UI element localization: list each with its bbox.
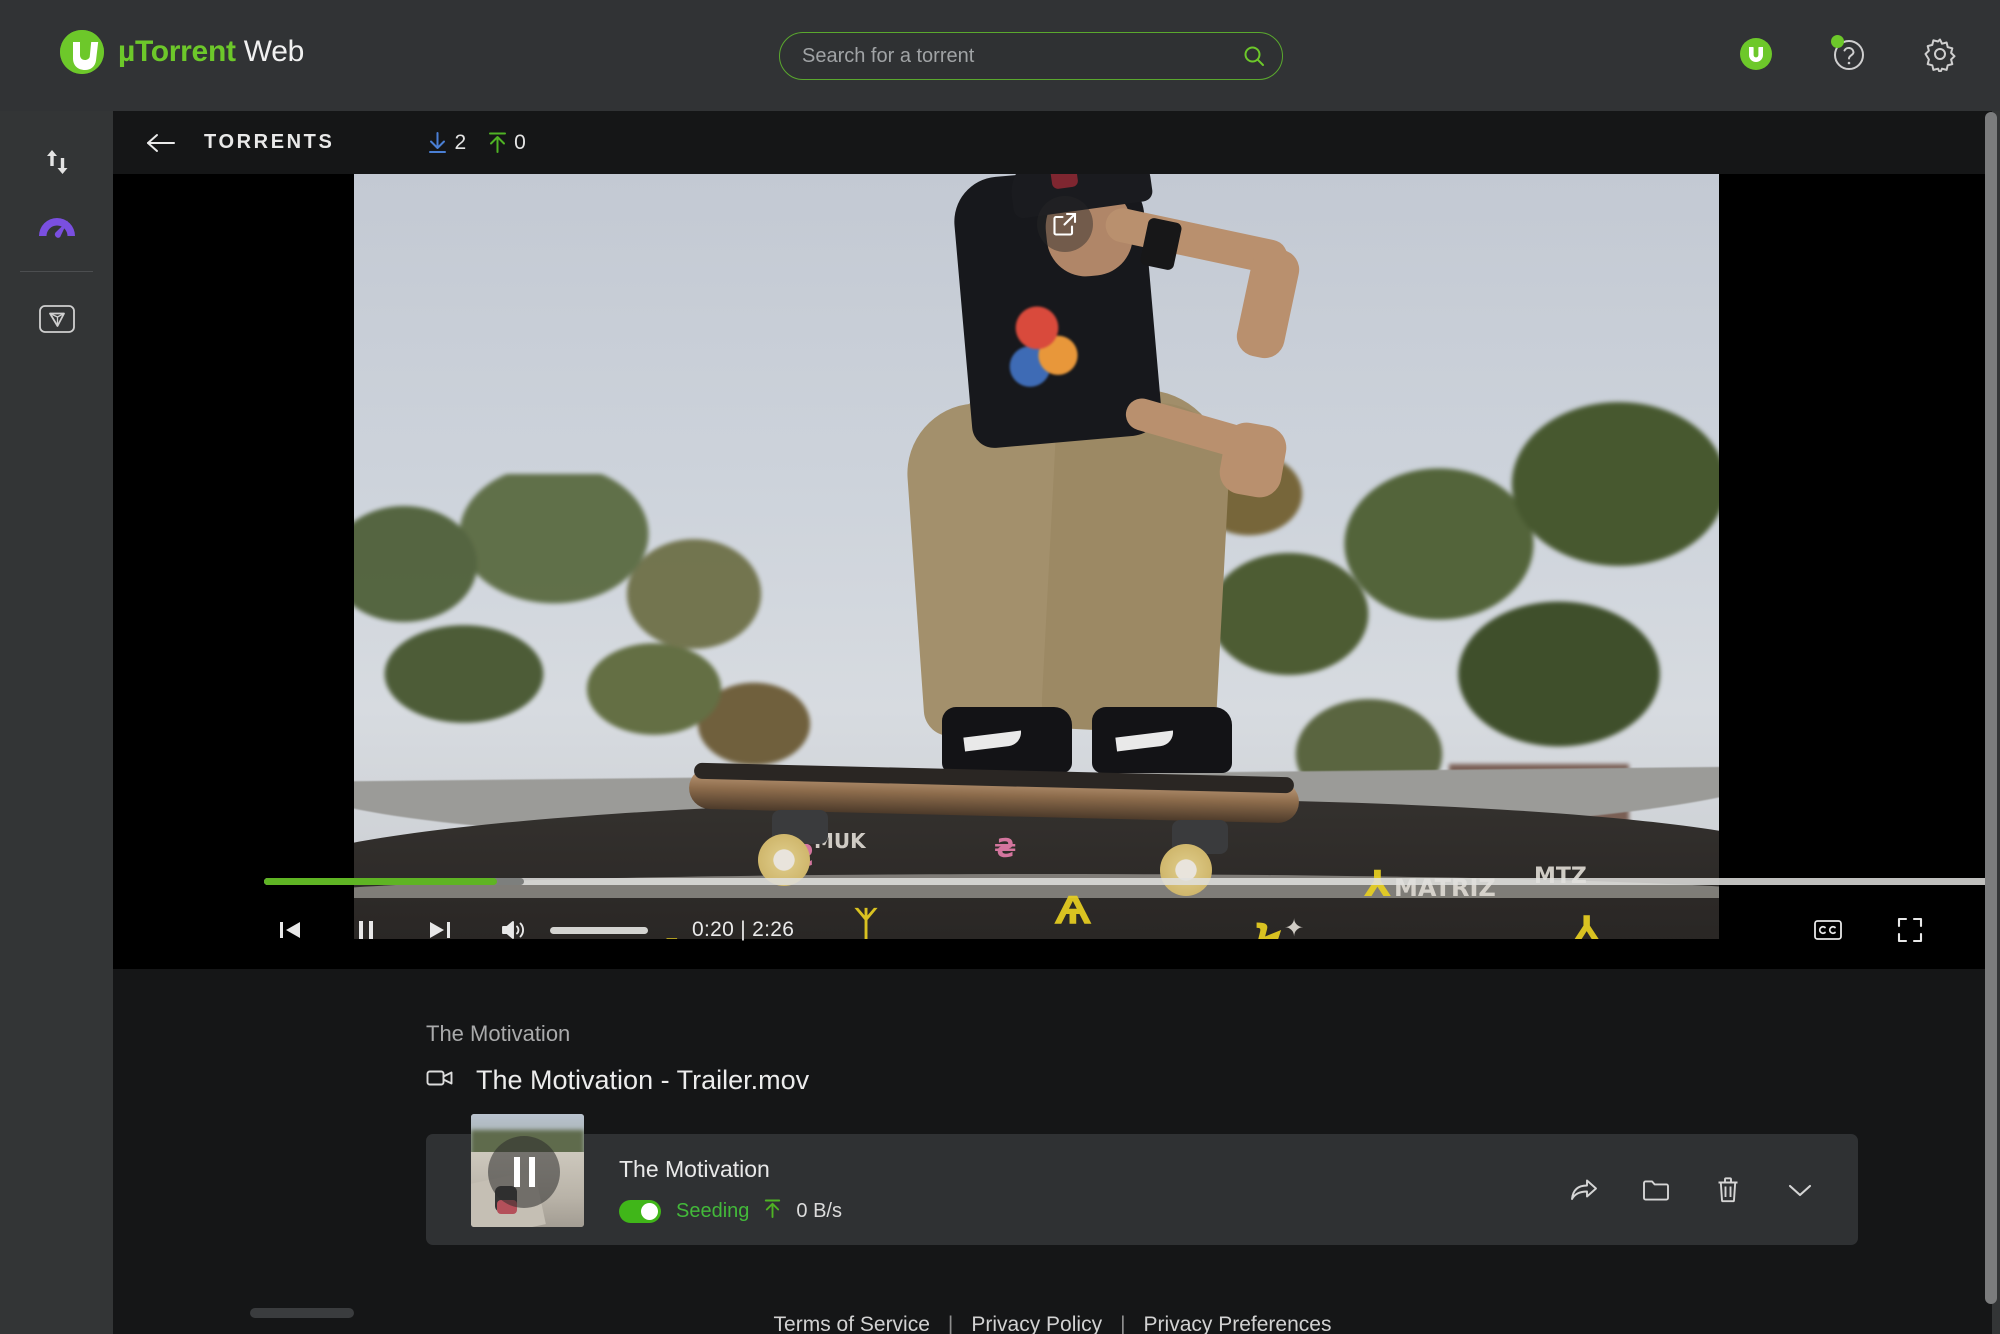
upload-count-value: 0 — [514, 131, 526, 155]
volume-button[interactable] — [488, 904, 540, 956]
torrent-card-body: The Motivation Seeding 0 B/s — [619, 1156, 842, 1223]
torrent-title: The Motivation — [619, 1156, 842, 1183]
torrent-status-row: Seeding 0 B/s — [619, 1199, 842, 1223]
video-camera-icon — [426, 1068, 454, 1093]
magnet-icon[interactable] — [1734, 32, 1778, 76]
help-icon[interactable] — [1826, 32, 1870, 76]
torrent-thumbnail[interactable] — [471, 1114, 584, 1227]
folder-icon[interactable] — [1639, 1173, 1673, 1207]
vertical-scrollbar-thumb[interactable] — [1985, 112, 1997, 1304]
search-input[interactable] — [780, 45, 1226, 68]
search-bar[interactable] — [779, 32, 1283, 80]
horizontal-scrollbar[interactable] — [250, 1308, 1990, 1318]
help-notification-badge — [1831, 35, 1844, 48]
video-stage[interactable]: ⅄ 𝜦𝜤 MATRIZ A ⅄ Ƨ ᛉ ✳ Ѧ ₴ MUK Ϟ ∂ ✦ ⅄ MA… — [354, 174, 1719, 939]
utorrent-web-app: µTorrent Web — [0, 0, 2000, 1334]
torrent-card-actions — [1567, 1134, 1817, 1245]
main-content: TORRENTS 2 0 — [113, 111, 1992, 1334]
brand-name-utorrent: µTorrent — [118, 35, 236, 68]
media-info: The Motivation The Motivation - Trailer.… — [113, 969, 1992, 1096]
trash-icon[interactable] — [1711, 1173, 1745, 1207]
fullscreen-button[interactable] — [1884, 904, 1936, 956]
download-count: 2 — [428, 131, 466, 155]
chevron-down-icon[interactable] — [1783, 1173, 1817, 1207]
arrow-left-icon[interactable] — [146, 132, 176, 154]
captions-button[interactable] — [1802, 904, 1854, 956]
media-file-name: The Motivation - Trailer.mov — [476, 1065, 809, 1096]
search-button[interactable] — [1226, 33, 1282, 79]
top-bar: µTorrent Web — [0, 0, 2000, 111]
previous-button[interactable] — [264, 904, 316, 956]
status-badge: Seeding — [676, 1200, 749, 1223]
brand-logo[interactable]: µTorrent Web — [60, 30, 304, 74]
sidebar-item-speed[interactable] — [0, 195, 113, 261]
video-progress-fill — [264, 878, 497, 885]
transfer-counts: 2 0 — [428, 131, 525, 155]
media-file-row: The Motivation - Trailer.mov — [426, 1065, 1992, 1096]
page-title: TORRENTS — [204, 131, 334, 154]
download-count-value: 2 — [454, 131, 466, 155]
horizontal-scrollbar-thumb[interactable] — [250, 1308, 354, 1318]
sidebar — [0, 111, 113, 1334]
video-time-display: 0:20 | 2:26 — [692, 918, 794, 942]
sidebar-divider — [20, 271, 93, 272]
video-player[interactable]: ⅄ 𝜦𝜤 MATRIZ A ⅄ Ƨ ᛉ ✳ Ѧ ₴ MUK Ϟ ∂ ✦ ⅄ MA… — [113, 174, 1992, 969]
torrent-card[interactable]: The Motivation Seeding 0 B/s — [426, 1134, 1858, 1245]
gear-icon[interactable] — [1918, 32, 1962, 76]
sidebar-item-tron[interactable] — [0, 286, 113, 352]
brand-text: µTorrent Web — [118, 35, 304, 69]
media-torrent-name: The Motivation — [426, 1021, 1992, 1047]
next-button[interactable] — [414, 904, 466, 956]
popout-icon[interactable] — [1037, 196, 1093, 252]
top-bar-icons — [1734, 32, 1962, 76]
breadcrumb: TORRENTS 2 0 — [113, 111, 1992, 174]
upload-count: 0 — [488, 131, 526, 155]
brand-name-web: Web — [244, 35, 304, 68]
video-controls: 0:20 | 2:26 — [113, 891, 1992, 969]
utorrent-logo-icon — [60, 30, 104, 74]
torrent-toggle[interactable] — [619, 1200, 661, 1223]
share-icon[interactable] — [1567, 1173, 1601, 1207]
pause-icon — [488, 1136, 560, 1208]
sidebar-item-transfers[interactable] — [0, 129, 113, 195]
video-controls-right — [1802, 904, 1992, 956]
volume-slider[interactable] — [550, 927, 648, 934]
download-arrow-icon — [428, 132, 447, 153]
pause-button[interactable] — [340, 904, 392, 956]
vertical-scrollbar[interactable] — [1985, 112, 1997, 1310]
upload-arrow-icon — [764, 1199, 781, 1223]
upload-arrow-icon — [488, 132, 507, 153]
video-progress-bar[interactable] — [264, 878, 1992, 885]
upload-rate: 0 B/s — [796, 1200, 842, 1223]
